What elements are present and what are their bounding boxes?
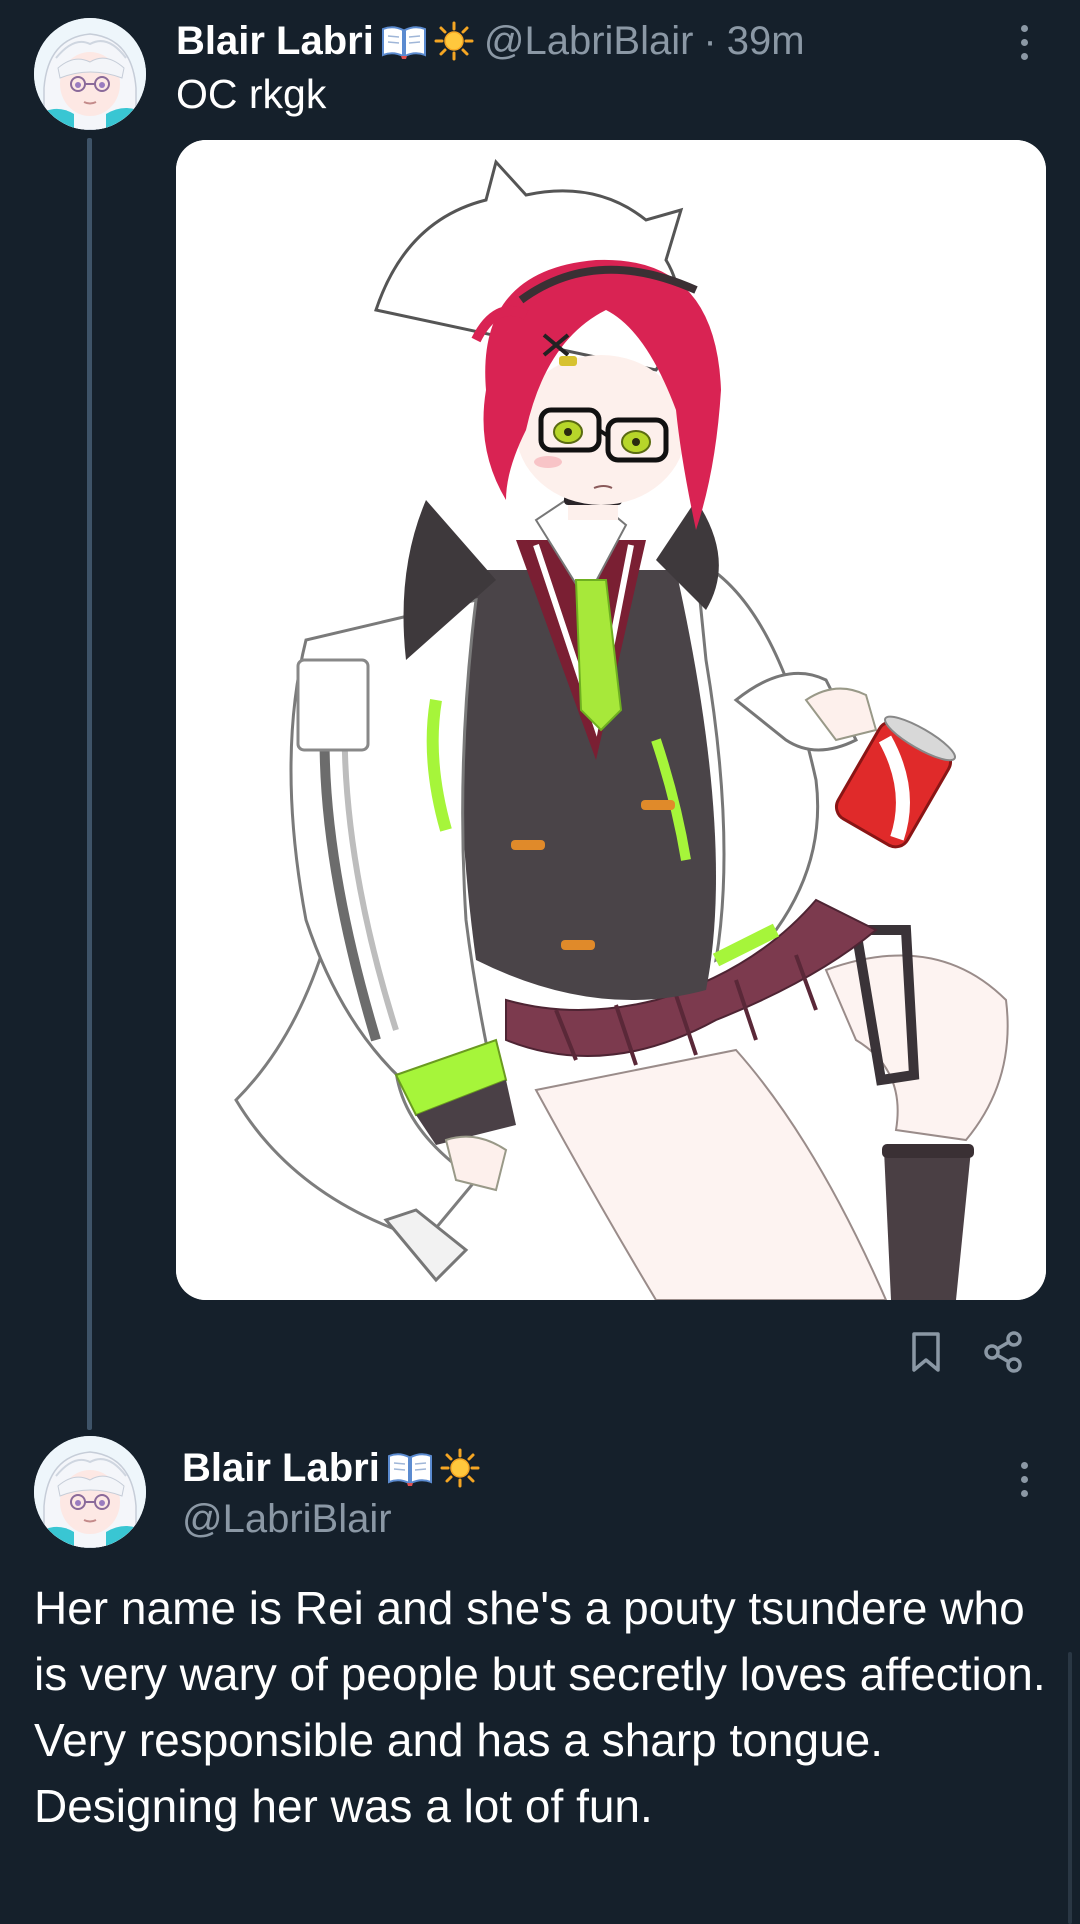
- post-author-row: Blair Labri: [182, 1440, 480, 1496]
- post-timestamp[interactable]: 39m: [727, 16, 805, 66]
- sun-icon: [440, 1448, 480, 1488]
- more-options-button[interactable]: [1002, 1457, 1046, 1501]
- avatar[interactable]: [34, 1436, 146, 1548]
- post-header: Blair Labri @LabriBlair · 39m: [176, 16, 805, 66]
- more-dot-icon: [1020, 24, 1028, 32]
- more-dot-icon: [1020, 1475, 1028, 1483]
- more-dot-icon: [1020, 38, 1028, 46]
- more-options-button[interactable]: [1002, 20, 1046, 64]
- open-book-icon: [386, 1450, 434, 1486]
- author-name[interactable]: Blair Labri: [182, 1446, 380, 1491]
- avatar-image: [34, 1436, 146, 1548]
- thread-connector-line: [87, 138, 92, 1430]
- author-handle[interactable]: @LabriBlair: [484, 16, 694, 66]
- post-media-image[interactable]: [176, 140, 1046, 1300]
- separator-dot: ·: [703, 19, 717, 63]
- author-handle[interactable]: @LabriBlair: [182, 1494, 392, 1544]
- scrollbar[interactable]: [1068, 1652, 1072, 1924]
- more-dot-icon: [1020, 1489, 1028, 1497]
- avatar-image: [34, 18, 146, 130]
- post-text: Her name is Rei and she's a pouty tsunde…: [34, 1582, 1046, 1832]
- open-book-icon: [380, 23, 428, 59]
- post-text: OC rkgk: [176, 71, 327, 117]
- more-dot-icon: [1020, 1461, 1028, 1469]
- share-icon[interactable]: [980, 1328, 1028, 1376]
- sun-icon: [434, 21, 474, 61]
- author-name[interactable]: Blair Labri: [176, 16, 374, 66]
- avatar[interactable]: [34, 18, 146, 130]
- illustration: [176, 140, 1046, 1300]
- bookmark-icon[interactable]: [902, 1328, 950, 1376]
- more-dot-icon: [1020, 52, 1028, 60]
